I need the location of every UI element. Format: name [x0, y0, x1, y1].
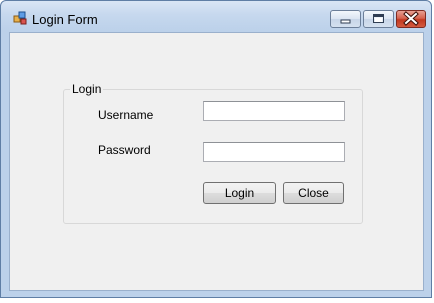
- close-button[interactable]: Close: [283, 182, 344, 204]
- window-title: Login Form: [32, 12, 98, 27]
- password-label: Password: [98, 143, 151, 157]
- groupbox-legend: Login: [70, 82, 104, 96]
- form-app-icon: [13, 11, 27, 25]
- username-input[interactable]: [203, 101, 345, 121]
- username-label: Username: [98, 108, 154, 122]
- close-icon: [403, 11, 419, 26]
- minimize-button[interactable]: [330, 10, 361, 28]
- password-input[interactable]: [203, 142, 345, 162]
- minimize-icon: [340, 19, 351, 24]
- login-form-window: Login Form Login Username Password Login…: [0, 0, 432, 298]
- maximize-button[interactable]: [363, 10, 394, 28]
- title-bar[interactable]: Login Form: [1, 1, 431, 33]
- form-client-area: Login Username Password Login Close: [9, 32, 424, 291]
- window-close-button[interactable]: [396, 10, 426, 28]
- login-button[interactable]: Login: [203, 182, 276, 204]
- maximize-icon: [373, 14, 384, 23]
